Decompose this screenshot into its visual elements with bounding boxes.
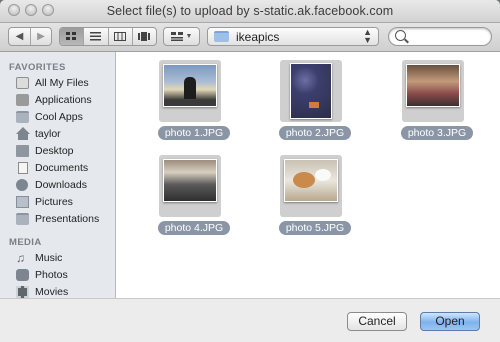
toolbar: ◀ ▶ ▼ ikeapics ▲ ▼ [0, 23, 500, 52]
sidebar-item-label: Pictures [35, 196, 73, 208]
search-input[interactable] [409, 29, 491, 45]
photo-thumbnail [284, 159, 338, 202]
downloads-icon [16, 179, 28, 191]
back-forward-control: ◀ ▶ [8, 27, 52, 46]
chevron-left-icon: ◀ [15, 31, 24, 42]
cancel-button[interactable]: Cancel [347, 312, 407, 331]
icon-view-icon [66, 32, 77, 40]
icon-view-button[interactable] [60, 28, 85, 45]
search-field[interactable] [388, 27, 492, 46]
sidebar-item-photos[interactable]: Photos [0, 267, 115, 284]
sidebar-item-label: All My Files [35, 77, 89, 89]
chevron-down-icon: ▼ [185, 33, 193, 40]
forward-button[interactable]: ▶ [31, 28, 51, 45]
sidebar-item-label: taylor [35, 128, 61, 140]
sidebar-item-label: Photos [35, 269, 68, 281]
music-icon: ♫ [16, 251, 25, 265]
movies-icon [16, 286, 29, 298]
file-item[interactable]: photo 2.JPG [267, 60, 363, 150]
updown-arrows-icon: ▲ ▼ [363, 27, 372, 45]
folder-icon [16, 213, 29, 225]
sidebar-item-presentations[interactable]: Presentations [0, 211, 115, 228]
search-icon [395, 30, 406, 41]
file-name: photo 2.JPG [278, 126, 352, 140]
coverflow-view-icon [138, 32, 151, 41]
file-item[interactable]: photo 4.JPG [146, 155, 242, 245]
sidebar-item-label: Documents [35, 162, 89, 174]
sidebar: FAVORITES All My Files Applications Cool… [0, 52, 116, 298]
folder-icon [214, 31, 229, 42]
photo-thumbnail [163, 159, 217, 202]
sidebar-item-pictures[interactable]: Pictures [0, 194, 115, 211]
sidebar-item-documents[interactable]: Documents [0, 160, 115, 177]
chevron-right-icon: ▶ [37, 31, 45, 42]
sidebar-item-downloads[interactable]: Downloads [0, 177, 115, 194]
favorites-header: FAVORITES [9, 62, 66, 73]
desktop-icon [16, 145, 29, 157]
file-item[interactable]: photo 5.JPG [267, 155, 363, 245]
file-open-dialog: Select file(s) to upload by s-static.ak.… [0, 0, 500, 342]
home-icon [16, 127, 30, 134]
sidebar-item-label: Downloads [35, 179, 87, 191]
file-item[interactable]: photo 1.JPG [146, 60, 242, 150]
file-name: photo 5.JPG [278, 221, 352, 235]
view-mode-control [59, 27, 157, 46]
list-view-button[interactable] [84, 28, 109, 45]
sidebar-item-label: Movies [35, 286, 69, 298]
file-name: photo 3.JPG [400, 126, 474, 140]
file-item[interactable]: photo 3.JPG [389, 60, 485, 150]
sidebar-item-all-my-files[interactable]: All My Files [0, 75, 115, 92]
photo-thumbnail [290, 63, 332, 119]
arrange-menu-button[interactable]: ▼ [163, 27, 200, 46]
coverflow-view-button[interactable] [133, 28, 156, 45]
column-view-icon [114, 32, 127, 41]
sidebar-item-taylor[interactable]: taylor [0, 126, 115, 143]
file-name: photo 1.JPG [157, 126, 231, 140]
sidebar-item-music[interactable]: ♫ Music [0, 250, 115, 267]
sidebar-item-cool-apps[interactable]: Cool Apps [0, 109, 115, 126]
sidebar-item-label: Presentations [35, 213, 100, 225]
back-button[interactable]: ◀ [9, 28, 31, 45]
sidebar-item-label: Applications [35, 94, 92, 106]
location-popup[interactable]: ikeapics ▲ ▼ [207, 27, 379, 46]
all-files-icon [16, 77, 29, 89]
sidebar-item-label: Desktop [35, 145, 74, 157]
list-view-icon [90, 32, 102, 41]
photos-icon [16, 269, 29, 281]
media-header: MEDIA [9, 237, 42, 248]
photo-thumbnail [406, 64, 460, 107]
file-name: photo 4.JPG [157, 221, 231, 235]
window-title: Select file(s) to upload by s-static.ak.… [106, 4, 394, 18]
folder-icon [16, 111, 29, 123]
arrange-menu-cell: ▼ [164, 28, 199, 45]
sidebar-item-desktop[interactable]: Desktop [0, 143, 115, 160]
documents-icon [18, 162, 28, 174]
pictures-icon [16, 196, 29, 208]
file-browser: photo 1.JPG photo 2.JPG photo 3.JPG phot… [116, 52, 500, 298]
dialog-button-bar: Cancel Open [0, 298, 500, 342]
sidebar-item-label: Cool Apps [35, 111, 83, 123]
photo-thumbnail [163, 64, 217, 107]
arrange-menu-icon [170, 32, 183, 41]
home-icon-base [18, 134, 28, 140]
title-bar: Select file(s) to upload by s-static.ak.… [0, 0, 500, 23]
column-view-button[interactable] [109, 28, 133, 45]
location-label: ikeapics [236, 30, 280, 44]
open-button[interactable]: Open [420, 312, 480, 331]
sidebar-item-label: Music [35, 252, 63, 264]
sidebar-item-applications[interactable]: Applications [0, 92, 115, 109]
applications-icon [16, 94, 29, 106]
